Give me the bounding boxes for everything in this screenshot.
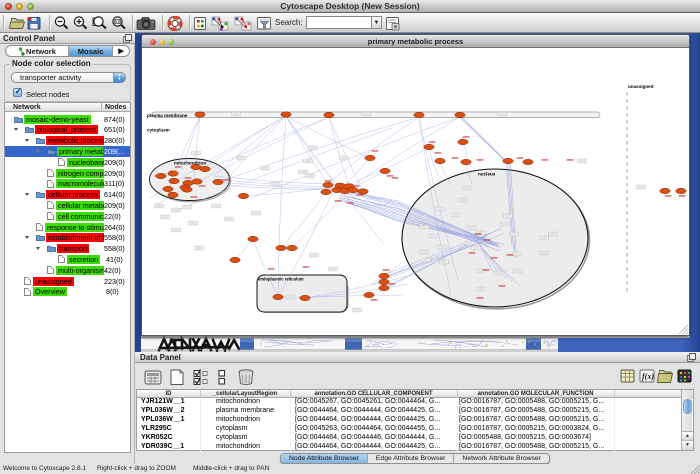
svg-text:nucleus: nucleus: [478, 172, 496, 177]
svg-text:unassigned: unassigned: [628, 84, 654, 89]
svg-text:endoplasmic reticulum: endoplasmic reticulum: [258, 277, 304, 282]
svg-text:cytoplasm: cytoplasm: [147, 128, 170, 133]
svg-text:mitochondrion: mitochondrion: [174, 161, 206, 166]
svg-text:f(x): f(x): [642, 372, 654, 381]
svg-text:plasma membrane: plasma membrane: [147, 113, 188, 118]
